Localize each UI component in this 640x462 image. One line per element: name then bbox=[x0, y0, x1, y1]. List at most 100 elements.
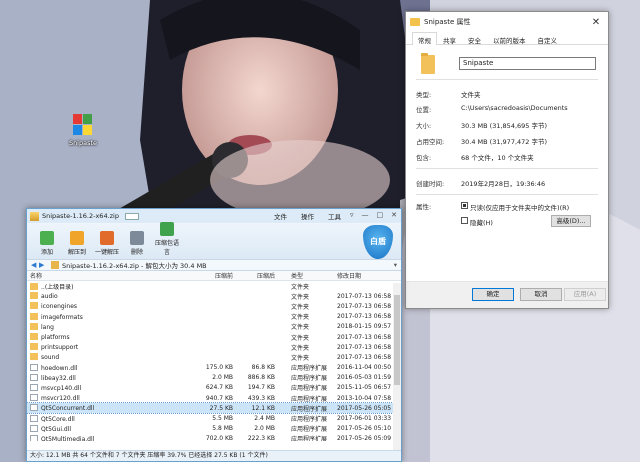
delete-label: 删除 bbox=[130, 249, 143, 256]
file-row[interactable]: ..(上级目录) 文件夹 bbox=[27, 281, 401, 291]
prop-row-size: 大小: 30.3 MB (31,854,695 字节) bbox=[416, 120, 547, 130]
window-controls: ▿ — □ ✕ bbox=[350, 211, 397, 219]
snipaste-desktop-icon[interactable]: Snipaste bbox=[63, 114, 103, 147]
tab-previous-versions[interactable]: 以前的版本 bbox=[487, 32, 532, 45]
maximize-icon[interactable]: □ bbox=[377, 211, 384, 219]
dll-file-icon bbox=[30, 404, 38, 412]
add-label: 添加 bbox=[40, 249, 53, 256]
divider bbox=[416, 194, 598, 195]
file-size: 27.5 KB bbox=[209, 404, 233, 412]
file-compressed-size: 222.3 KB bbox=[247, 435, 275, 441]
file-row[interactable]: msvcr120.dll 940.7 KB 439.3 KB 应用程序扩展 2013-1… bbox=[27, 393, 401, 403]
file-row[interactable]: iconengines 文件夹 2017-07-13 06:58 bbox=[27, 301, 401, 311]
minimize-icon[interactable]: — bbox=[362, 211, 369, 219]
close-icon[interactable]: ✕ bbox=[391, 211, 397, 219]
scrollbar-thumb[interactable] bbox=[394, 295, 400, 385]
skin-icon[interactable] bbox=[125, 212, 139, 220]
folder-icon bbox=[30, 292, 38, 300]
file-row[interactable]: sound 文件夹 2017-07-13 06:58 bbox=[27, 352, 401, 362]
dialog-title: Snipaste 属性 bbox=[424, 18, 471, 26]
file-row[interactable]: audio 文件夹 2017-07-13 06:58 bbox=[27, 291, 401, 301]
close-icon[interactable]: ✕ bbox=[584, 17, 608, 28]
file-type: 应用程序扩展 bbox=[291, 405, 328, 413]
col-type[interactable]: 类型 bbox=[277, 271, 337, 280]
delete-button[interactable]: 删除 bbox=[123, 231, 151, 259]
file-name: msvcr120.dll bbox=[27, 394, 177, 402]
shield-icon[interactable]: 白盾 bbox=[363, 225, 393, 259]
hidden-checkbox[interactable] bbox=[461, 217, 468, 224]
file-row[interactable]: lang 文件夹 2018-01-15 09:57 bbox=[27, 322, 401, 332]
file-row[interactable]: hoedown.dll 175.0 KB 86.8 KB 应用程序扩展 2016-11-… bbox=[27, 363, 401, 373]
cancel-button[interactable]: 取消 bbox=[520, 288, 562, 301]
file-row[interactable]: Qt5Core.dll 5.5 MB 2.4 MB 应用程序扩展 2017-06-01 … bbox=[27, 413, 401, 423]
file-row[interactable]: Qt5Gui.dll 5.8 MB 2.0 MB 应用程序扩展 2017-05-26 0… bbox=[27, 424, 401, 434]
file-name-text: platforms bbox=[41, 334, 70, 342]
file-date: 2016-05-03 01:59 bbox=[337, 374, 392, 382]
file-name: audio bbox=[27, 292, 177, 300]
file-name: msvcp140.dll bbox=[27, 383, 177, 392]
back-arrow-icon[interactable]: ◀ bbox=[31, 261, 39, 269]
archive-language-button[interactable]: 压缩包语言 bbox=[153, 222, 181, 259]
dropdown-icon[interactable]: ▿ bbox=[350, 211, 354, 219]
hidden-checkbox-row[interactable]: 隐藏(H) bbox=[461, 217, 493, 227]
ok-button[interactable]: 确定 bbox=[472, 288, 514, 301]
prop-label: 属性: bbox=[416, 203, 432, 211]
folder-icon bbox=[30, 353, 38, 361]
advanced-button[interactable]: 高级(D)... bbox=[551, 215, 591, 227]
file-date: 2017-05-26 05:09 bbox=[337, 435, 392, 441]
menu-actions[interactable]: 操作 bbox=[301, 211, 314, 221]
extract-to-button[interactable]: 解压到 bbox=[63, 231, 91, 259]
col-compressed[interactable]: 压缩后 bbox=[235, 271, 277, 280]
tab-customize[interactable]: 自定义 bbox=[532, 32, 564, 45]
file-name: platforms bbox=[27, 333, 177, 341]
file-name-text: sound bbox=[41, 354, 60, 362]
file-date: 2017-07-13 06:58 bbox=[337, 353, 392, 361]
file-name: libeay32.dll bbox=[27, 373, 177, 382]
prop-label: 位置: bbox=[416, 106, 432, 114]
folder-name-field[interactable]: Snipaste bbox=[459, 57, 596, 70]
dialog-titlebar[interactable]: Snipaste 属性 ✕ bbox=[406, 12, 608, 32]
folder-icon bbox=[30, 282, 38, 290]
tab-general[interactable]: 常规 bbox=[412, 32, 437, 45]
file-name-text: Qt5Core.dll bbox=[41, 415, 75, 423]
col-date[interactable]: 修改日期 bbox=[337, 271, 397, 280]
add-button[interactable]: 添加 bbox=[33, 231, 61, 259]
file-row[interactable]: printsupport 文件夹 2017-07-13 06:58 bbox=[27, 342, 401, 352]
readonly-checkbox-row[interactable]: 只读(仅应用于文件夹中的文件)(R) bbox=[461, 202, 569, 212]
file-date: 2018-01-15 09:57 bbox=[337, 323, 392, 331]
divider bbox=[416, 168, 598, 169]
menu-tools[interactable]: 工具 bbox=[328, 211, 341, 221]
file-date: 2017-06-01 03:33 bbox=[337, 415, 392, 423]
dll-file-icon bbox=[30, 414, 38, 422]
prop-row-contains: 包含: 68 个文件，10 个文件夹 bbox=[416, 152, 534, 162]
file-name: Qt5Core.dll bbox=[27, 414, 177, 423]
file-name-text: hoedown.dll bbox=[41, 364, 78, 372]
apply-button[interactable]: 应用(A) bbox=[564, 288, 606, 301]
readonly-checkbox[interactable] bbox=[461, 202, 468, 209]
file-size: 624.7 KB bbox=[205, 384, 233, 392]
vertical-scrollbar[interactable] bbox=[393, 283, 401, 451]
file-name: printsupport bbox=[27, 343, 177, 351]
file-row[interactable]: platforms 文件夹 2017-07-13 06:58 bbox=[27, 332, 401, 342]
one-click-extract-button[interactable]: 一键解压 bbox=[93, 231, 121, 259]
dll-file-icon bbox=[30, 424, 38, 432]
folder-properties-dialog: Snipaste 属性 ✕ 常规 共享 安全 以前的版本 自定义 Snipast… bbox=[405, 11, 609, 309]
menu-file[interactable]: 文件 bbox=[274, 211, 287, 221]
col-size[interactable]: 压缩前 bbox=[177, 271, 235, 280]
file-row[interactable]: Qt5Concurrent.dll 27.5 KB 12.1 KB 应用程序扩展 201… bbox=[27, 402, 401, 415]
tab-sharing[interactable]: 共享 bbox=[437, 32, 462, 45]
path-dropdown-icon[interactable]: ▾ bbox=[394, 261, 397, 269]
file-row[interactable]: libeay32.dll 2.0 MB 886.8 KB 应用程序扩展 2016-05-… bbox=[27, 373, 401, 383]
archive-titlebar[interactable]: Snipaste-1.16.2-x64.zip 文件 操作 工具 ▿ — □ ✕ bbox=[27, 209, 401, 223]
desktop-icon-label: Snipaste bbox=[68, 139, 98, 147]
file-row[interactable]: imageformats 文件夹 2017-07-13 06:58 bbox=[27, 312, 401, 322]
file-name: Qt5Concurrent.dll bbox=[27, 404, 177, 412]
file-row[interactable]: msvcp140.dll 624.7 KB 194.7 KB 应用程序扩展 2015-1… bbox=[27, 383, 401, 393]
file-compressed-size: 194.7 KB bbox=[247, 384, 275, 392]
forward-arrow-icon[interactable]: ▶ bbox=[39, 261, 47, 269]
file-compressed-size: 2.0 MB bbox=[254, 425, 275, 433]
delete-icon bbox=[130, 231, 144, 245]
file-row[interactable]: Qt5Multimedia.dll 702.0 KB 222.3 KB 应用程序扩展 2… bbox=[27, 434, 401, 441]
col-name[interactable]: 名称 bbox=[27, 271, 177, 280]
tab-security[interactable]: 安全 bbox=[462, 32, 487, 45]
